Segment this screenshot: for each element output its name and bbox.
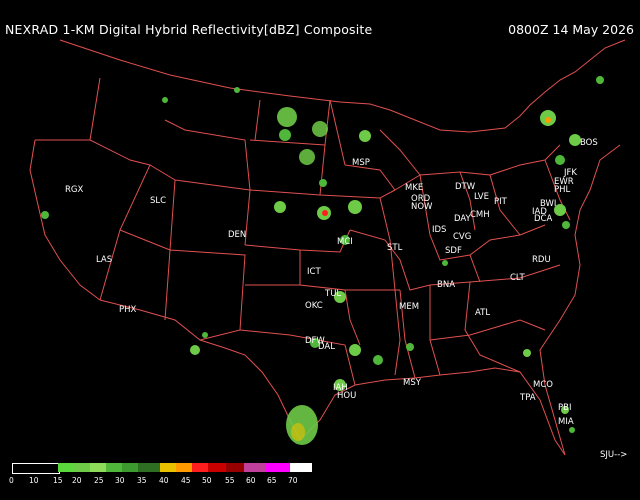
- legend-tick: 15: [53, 476, 63, 485]
- station-label: BOS: [580, 138, 598, 148]
- legend-swatch: [138, 463, 160, 472]
- title-bar: NEXRAD 1-KM Digital Hybrid Reflectivity[…: [0, 0, 640, 38]
- station-label: CMH: [470, 210, 490, 220]
- station-label: DEN: [228, 230, 246, 240]
- station-label: LVE: [474, 192, 489, 202]
- legend-tick: 30: [115, 476, 125, 485]
- station-label: ICT: [307, 267, 321, 277]
- station-label: MSY: [403, 378, 422, 388]
- station-label: HOU: [337, 391, 356, 401]
- station-label: SLC: [150, 196, 166, 206]
- legend-tick: 0: [9, 476, 14, 485]
- offmap-sju-label: SJU-->: [600, 450, 628, 460]
- station-label: DTW: [455, 182, 476, 192]
- legend-tick: 60: [246, 476, 256, 485]
- legend-swatch: [266, 463, 290, 472]
- station-label: MEM: [399, 302, 419, 312]
- station-label: NOW: [411, 202, 433, 212]
- station-label: MKE: [405, 183, 423, 193]
- station-label: TUL: [324, 289, 341, 299]
- legend-swatch: [226, 463, 244, 472]
- station-label: RGX: [65, 185, 83, 195]
- station-label: BNA: [437, 280, 455, 290]
- station-label: IDS: [432, 225, 446, 235]
- legend-tick: 20: [72, 476, 82, 485]
- legend-tick: 35: [137, 476, 147, 485]
- legend-tick: 50: [202, 476, 212, 485]
- legend-swatch: [58, 463, 74, 472]
- station-label: PBI: [558, 403, 571, 413]
- product-title: NEXRAD 1-KM Digital Hybrid Reflectivity[…: [5, 22, 373, 37]
- legend-swatch: [192, 463, 208, 472]
- legend-swatch: [160, 463, 176, 472]
- station-label: RDU: [532, 255, 551, 265]
- map-canvas: RGX SLC DEN LAS PHX MSP MKE ORD NOW DTW …: [0, 38, 640, 460]
- station-label: OKC: [305, 301, 323, 311]
- station-label: PIT: [494, 197, 508, 207]
- reflectivity-legend: 0 10 15 20 25 30 35 40 45 50 55 60 65 70: [0, 460, 640, 500]
- radar-map: RGX SLC DEN LAS PHX MSP MKE ORD NOW DTW …: [0, 38, 640, 460]
- station-label: PHX: [119, 305, 137, 315]
- station-label: SDF: [445, 246, 462, 256]
- station-label: STL: [387, 243, 403, 253]
- legend-swatch: [290, 463, 312, 472]
- legend-tick: 65: [267, 476, 277, 485]
- station-label: CLT: [510, 273, 526, 283]
- legend-swatch: [74, 463, 90, 472]
- legend-tick: 55: [225, 476, 235, 485]
- station-label: MCI: [337, 237, 353, 247]
- legend-tick: 40: [159, 476, 169, 485]
- legend-tick: 70: [288, 476, 298, 485]
- station-label: TPA: [519, 393, 536, 403]
- station-label: DCA: [534, 214, 552, 224]
- station-label: PHL: [554, 185, 571, 195]
- station-label: LAS: [96, 255, 112, 265]
- station-label: DAL: [318, 342, 335, 352]
- timestamp: 0800Z 14 May 2026: [508, 22, 634, 37]
- legend-tick: 45: [181, 476, 191, 485]
- station-label: ATL: [475, 308, 490, 318]
- legend-swatch: [244, 463, 266, 472]
- legend-swatch: [208, 463, 226, 472]
- station-label: CVG: [453, 232, 471, 242]
- station-label: MCO: [533, 380, 553, 390]
- station-label: DAY: [454, 214, 472, 224]
- legend-swatch: [12, 463, 60, 474]
- legend-tick: 25: [94, 476, 104, 485]
- legend-swatch: [106, 463, 122, 472]
- legend-swatch: [176, 463, 192, 472]
- station-label: MSP: [352, 158, 370, 168]
- legend-tick: 10: [29, 476, 39, 485]
- legend-swatch: [90, 463, 106, 472]
- station-label: MIA: [558, 417, 574, 427]
- legend-swatch: [122, 463, 138, 472]
